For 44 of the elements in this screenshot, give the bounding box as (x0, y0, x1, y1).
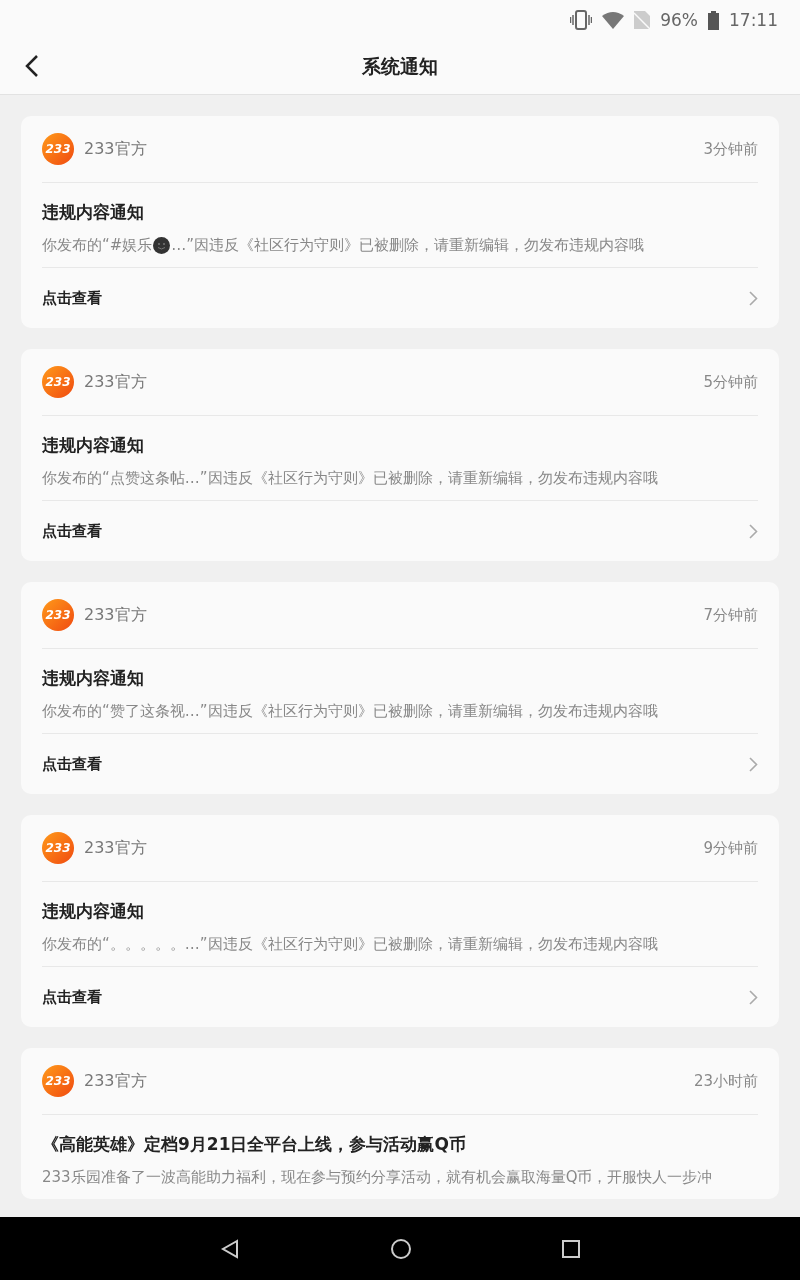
notice-time: 5分钟前 (703, 372, 758, 392)
sender-name: 233官方 (84, 604, 147, 626)
no-sim-icon (634, 11, 651, 29)
notice-time: 3分钟前 (703, 139, 758, 159)
home-nav-button[interactable] (390, 1237, 412, 1260)
notice-title: 违规内容通知 (42, 667, 145, 690)
notice-title: 违规内容通知 (42, 201, 145, 224)
logo-icon: 233 (42, 599, 74, 631)
logo-icon: 233 (42, 366, 74, 398)
back-nav-button[interactable] (220, 1238, 240, 1259)
recents-nav-button[interactable] (562, 1239, 580, 1258)
logo-icon: 233 (42, 1065, 74, 1097)
notice-title: 违规内容通知 (42, 900, 145, 923)
notice-text: 233乐园准备了一波高能助力福利，现在参与预约分享活动，就有机会赢取海量Q币，开服快人一步冲 (42, 1168, 714, 1187)
notice-title: 《高能英雄》定档9月21日全平台上线，参与活动赢Q币 (42, 1133, 467, 1156)
notice-text: 你发布的“。。。。。…”因违反《社区行为守则》已被删除，请重新编辑，勿发布违规内容哦 (42, 935, 659, 954)
page-title: 系统通知 (362, 54, 438, 79)
notice-time: 7分钟前 (703, 605, 758, 625)
sender-name: 233官方 (84, 1070, 147, 1092)
notice-text: 你发布的“赞了这条视…”因违反《社区行为守则》已被删除，请重新编辑，勿发布违规内容哦 (42, 702, 659, 721)
notice-text: 你发布的“点赞这条帖…”因违反《社区行为守则》已被删除，请重新编辑，勿发布违规内容哦 (42, 469, 659, 488)
battery-icon (708, 10, 719, 30)
view-link[interactable]: 点击查看 (42, 267, 758, 328)
battery-percentage: 96% (660, 10, 698, 30)
notice-time: 9分钟前 (703, 838, 758, 858)
notice-time: 23小时前 (693, 1071, 758, 1091)
sender-name: 233官方 (84, 837, 147, 859)
view-link[interactable]: 点击查看 (42, 966, 758, 1027)
view-link[interactable]: 点击查看 (42, 733, 758, 794)
chevron-right-icon (749, 523, 758, 539)
wifi-icon (602, 11, 625, 29)
chevron-right-icon (749, 756, 758, 772)
sender-name: 233官方 (84, 138, 147, 160)
back-icon (25, 54, 39, 78)
chevron-right-icon (749, 989, 758, 1005)
notice-title: 违规内容通知 (42, 434, 145, 457)
logo-icon: 233 (42, 133, 74, 165)
chevron-right-icon (749, 290, 758, 306)
logo-icon: 233 (42, 832, 74, 864)
sender-name: 233官方 (84, 371, 147, 393)
notice-text: 你发布的“#娱乐 …”因违反《社区行为守则》已被删除，请重新编辑，勿发布违规内容哦 (42, 236, 646, 255)
vibrate-icon (570, 10, 593, 30)
clock: 17:11 (729, 10, 778, 30)
view-link[interactable]: 点击查看 (42, 500, 758, 561)
